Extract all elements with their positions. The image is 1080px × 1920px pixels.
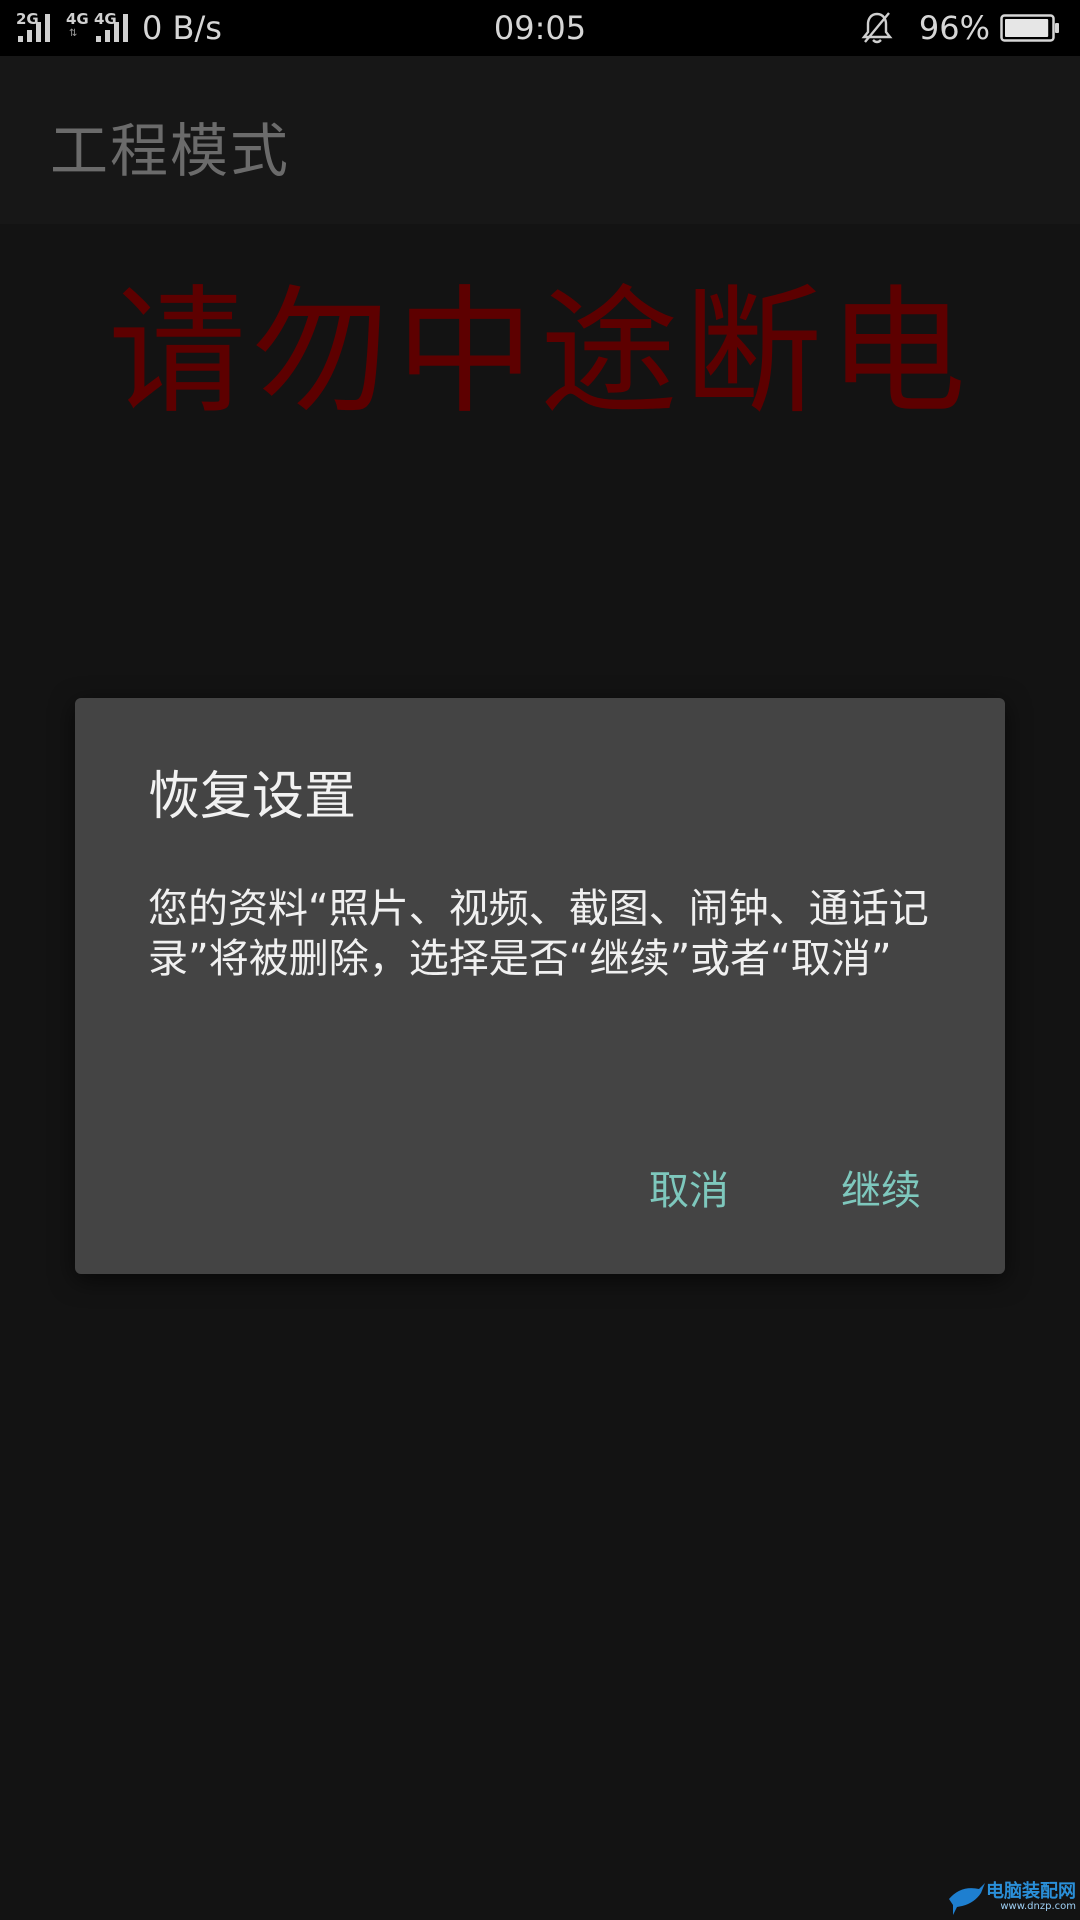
bell-muted-icon — [861, 0, 895, 56]
power-off-warning: 请勿中途断电 — [107, 272, 972, 433]
watermark-url: www.dnzp.com — [1000, 1901, 1076, 1912]
battery-percent: 96% — [918, 9, 990, 47]
app-bar: 工程模式 — [0, 56, 1080, 224]
screen: 2G 4G ⇅ 4G 0 B/s 09:05 96% 工程模式 请勿中途断电 恢… — [0, 0, 1080, 1920]
watermark: 电脑装配网 www.dnzp.com — [945, 1875, 1080, 1920]
restore-settings-dialog: 恢复设置 您的资料“照片、视频、截图、闹钟、通话记录”将被删除，选择是否“继续”… — [75, 698, 1005, 1274]
dialog-message: 您的资料“照片、视频、截图、闹钟、通话记录”将被删除，选择是否“继续”或者“取消… — [148, 886, 929, 982]
battery-icon — [1000, 0, 1062, 56]
page-title: 工程模式 — [50, 117, 291, 185]
watermark-text: 电脑装配网 — [986, 1881, 1076, 1902]
continue-button[interactable]: 继续 — [829, 1150, 933, 1224]
watermark-logo-icon — [949, 1883, 985, 1915]
cancel-button[interactable]: 取消 — [637, 1150, 741, 1224]
dialog-title: 恢复设置 — [148, 767, 357, 827]
status-bar: 2G 4G ⇅ 4G 0 B/s 09:05 96% — [0, 0, 1080, 56]
